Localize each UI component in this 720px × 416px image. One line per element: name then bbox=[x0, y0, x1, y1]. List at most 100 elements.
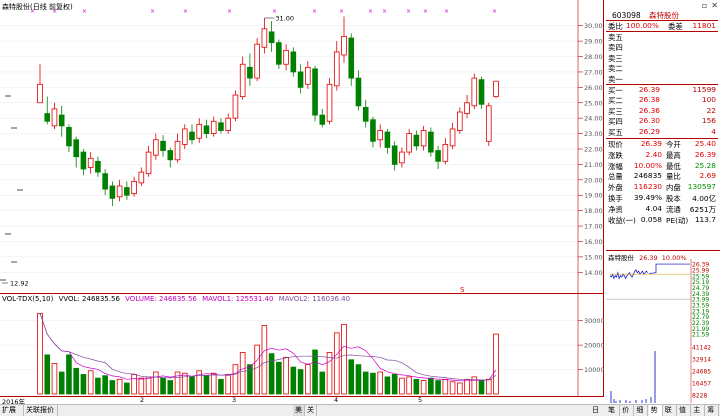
candle bbox=[428, 127, 434, 157]
x-label-2: 3 bbox=[232, 396, 237, 404]
candle bbox=[406, 128, 412, 156]
right-tab-0[interactable]: 笔 bbox=[606, 405, 620, 416]
event-marker: × bbox=[183, 8, 188, 15]
volume-bar bbox=[348, 359, 355, 395]
candle bbox=[305, 61, 311, 89]
bottom-tabbar: 扩展八 关联报价 美 关 日线 笔价细势联值主筹 bbox=[0, 404, 720, 416]
kline-panel[interactable]: 森特股份(日线 前复权) 30.00 29.00 28.00 27.00 26.00 25… bbox=[0, 0, 604, 294]
right-tab-1[interactable]: 价 bbox=[620, 405, 635, 416]
candle bbox=[203, 119, 210, 139]
volume-bar bbox=[457, 382, 463, 395]
volume-bar bbox=[124, 382, 130, 395]
stat-row: 涨跌 2.40 最高 26.39 bbox=[608, 149, 716, 160]
candle bbox=[58, 105, 65, 137]
candle bbox=[239, 56, 246, 100]
price-tick-label: 21.00 bbox=[584, 161, 603, 169]
right-tab-3[interactable]: 势 bbox=[648, 405, 663, 416]
volume-bar bbox=[116, 378, 123, 395]
candle bbox=[138, 167, 145, 186]
price-tick-label: 24.00 bbox=[584, 115, 603, 123]
volume-panel[interactable]: VOL-TDX(5,10) VVOL: 246835.56 VOLUME: 24… bbox=[0, 294, 604, 396]
mini-vol-tick: 32914 bbox=[692, 357, 711, 364]
mini-chart-panel[interactable]: 森特股份 26.39 10.00% 26.39 25.99 25.59 25.19 24… bbox=[606, 250, 720, 404]
candle bbox=[95, 156, 101, 177]
volume-bar bbox=[290, 366, 297, 395]
x-label-1: 2 bbox=[140, 396, 145, 404]
event-marker: × bbox=[52, 8, 57, 15]
volume-bar bbox=[276, 361, 282, 395]
candle bbox=[457, 107, 463, 134]
kline-chart: 30.00 29.00 28.00 27.00 26.00 25.00 24.00 23.00… bbox=[0, 0, 603, 294]
tab-mid-0[interactable]: 美 bbox=[293, 405, 305, 416]
volume-bar bbox=[305, 364, 311, 395]
event-marker: × bbox=[423, 8, 428, 15]
volume-bar bbox=[413, 378, 420, 395]
mini-vol-tick: 24685 bbox=[692, 369, 711, 376]
right-tab-6[interactable]: 主 bbox=[691, 405, 706, 416]
candle bbox=[189, 124, 195, 145]
window-controls: ▫ ✕ bbox=[702, 1, 718, 10]
candle bbox=[420, 125, 427, 151]
stock-name: 森特股份 bbox=[649, 11, 680, 20]
restore-icon[interactable]: ▫ bbox=[702, 1, 707, 10]
volume-bar bbox=[73, 367, 79, 395]
volume-bar bbox=[355, 364, 362, 395]
price-tick-label: 22.00 bbox=[584, 146, 603, 154]
tab-mid-1[interactable]: 关 bbox=[305, 405, 317, 416]
x-axis: 2016年 2 3 4 5 bbox=[0, 396, 604, 406]
volume-bar bbox=[167, 380, 174, 395]
price-tick-label: 30.00 bbox=[584, 22, 603, 30]
volume-bar bbox=[203, 375, 210, 395]
x-label-4: 5 bbox=[418, 396, 423, 404]
candle bbox=[319, 108, 326, 128]
candle bbox=[312, 65, 318, 122]
right-tab-7[interactable]: 筹 bbox=[705, 405, 720, 416]
trading-window: 森特股份(日线 前复权) 30.00 29.00 28.00 27.00 26.00 25… bbox=[0, 0, 720, 416]
price-tick-label: 27.00 bbox=[584, 68, 603, 76]
volume-bar bbox=[51, 363, 58, 395]
tab-related-quote[interactable]: 关联报价 bbox=[24, 405, 58, 416]
candle bbox=[493, 80, 499, 99]
candle bbox=[341, 16, 347, 63]
candle bbox=[464, 95, 470, 119]
close-icon[interactable]: ✕ bbox=[711, 1, 718, 10]
candle bbox=[391, 141, 398, 171]
weibi-row: 委比 100.00% 委差 11801 bbox=[608, 21, 716, 31]
price-tick-label: 25.00 bbox=[584, 99, 603, 107]
candle bbox=[73, 136, 79, 168]
volume-bar bbox=[95, 377, 101, 395]
mini-vol-tick: 41142 bbox=[692, 345, 711, 352]
volume-bar bbox=[210, 372, 217, 395]
event-marker: × bbox=[368, 8, 373, 15]
volume-bar bbox=[37, 312, 43, 395]
volume-chart: 30000 20000 10000 bbox=[0, 294, 604, 396]
sell-row: 卖二 bbox=[608, 64, 623, 74]
right-tab-4[interactable]: 联 bbox=[663, 405, 677, 416]
volume-bar bbox=[181, 372, 188, 395]
volume-bar bbox=[420, 380, 427, 395]
stat-row: 净资 4.04 流通 6251万 bbox=[608, 203, 716, 214]
volume-bar bbox=[174, 371, 181, 395]
event-marker: × bbox=[312, 8, 317, 15]
volume-bar bbox=[131, 374, 137, 395]
volume-bar bbox=[333, 332, 340, 395]
stat-row: 现价 26.39 今开 25.40 bbox=[608, 139, 716, 149]
volume-bar bbox=[362, 371, 369, 395]
event-marker: × bbox=[382, 8, 387, 15]
right-tab-2[interactable]: 细 bbox=[634, 405, 649, 416]
volume-bar bbox=[268, 353, 275, 395]
candle bbox=[449, 122, 456, 149]
high-mark-label: 31.00 bbox=[275, 15, 294, 23]
candle bbox=[478, 76, 485, 109]
volume-bar bbox=[399, 377, 405, 395]
candle bbox=[116, 179, 123, 202]
event-marker: × bbox=[339, 8, 344, 15]
right-tab-5[interactable]: 值 bbox=[677, 405, 691, 416]
price-tick-label: 28.00 bbox=[584, 53, 603, 61]
volume-bar bbox=[44, 354, 51, 395]
volume-bar bbox=[138, 377, 145, 395]
tab-expand[interactable]: 扩展八 bbox=[0, 405, 24, 416]
price-tick-label: 20.00 bbox=[584, 176, 603, 184]
candle bbox=[153, 133, 159, 160]
candle bbox=[37, 64, 43, 104]
